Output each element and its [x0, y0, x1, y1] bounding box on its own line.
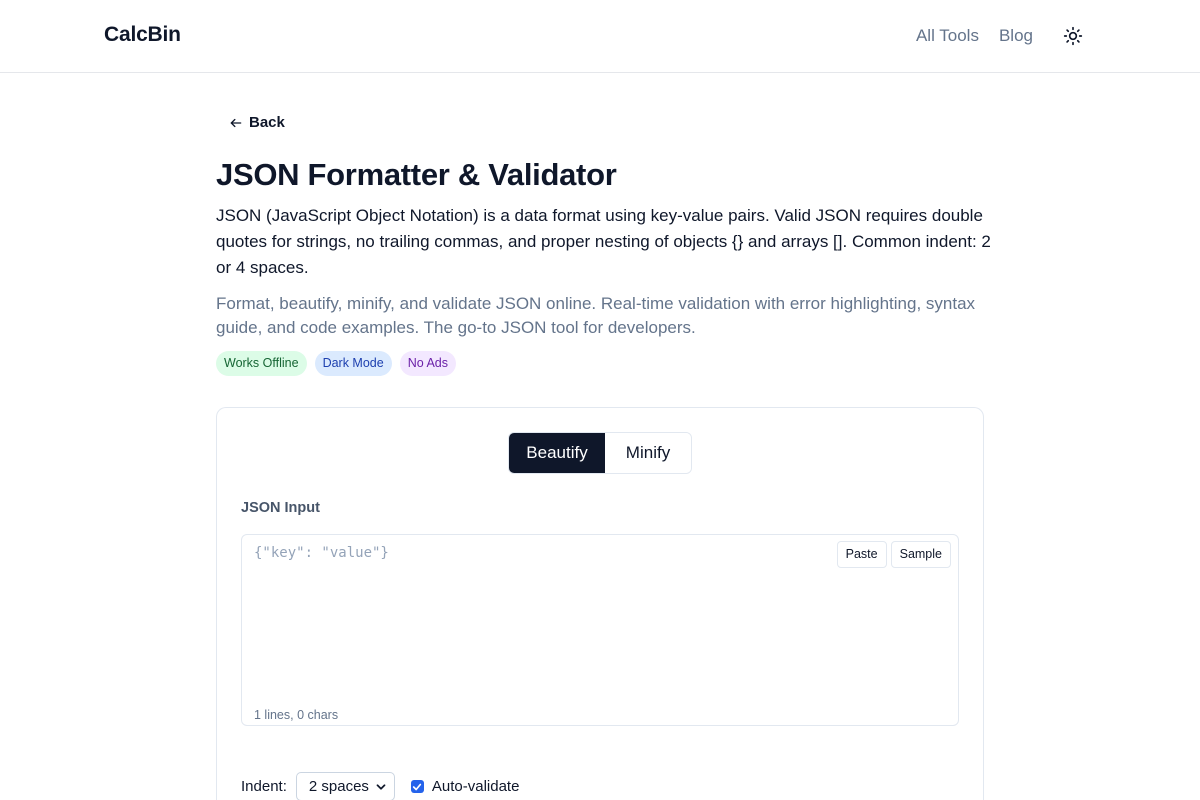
tool-card: Beautify Minify JSON Input Paste Sample … — [216, 407, 984, 800]
chevron-down-icon — [376, 784, 386, 790]
site-header: CalcBin All Tools Blog — [0, 0, 1200, 73]
format-options: Indent: 2 spaces Auto-validate — [241, 772, 519, 800]
indent-label: Indent: — [241, 778, 287, 795]
check-icon — [413, 783, 422, 790]
json-input-label: JSON Input — [241, 500, 320, 516]
json-editor: Paste Sample 1 lines, 0 chars — [241, 534, 959, 726]
tab-minify[interactable]: Minify — [605, 433, 691, 473]
json-input[interactable] — [254, 545, 814, 695]
badge-works-offline: Works Offline — [216, 351, 307, 376]
arrow-left-icon — [230, 118, 242, 127]
page-title: JSON Formatter & Validator — [216, 157, 617, 192]
indent-select[interactable]: 2 spaces — [295, 772, 395, 800]
paste-button[interactable]: Paste — [836, 541, 887, 568]
back-label: Back — [249, 114, 285, 131]
editor-stats: 1 lines, 0 chars — [254, 708, 339, 722]
feature-badges: Works Offline Dark Mode No Ads — [216, 351, 457, 376]
badge-no-ads: No Ads — [399, 351, 457, 376]
tab-beautify[interactable]: Beautify — [509, 433, 605, 473]
nav-blog[interactable]: Blog — [999, 24, 1033, 48]
page-subdescription: Format, beautify, minify, and validate J… — [216, 294, 976, 337]
mode-tabs: Beautify Minify — [508, 432, 692, 474]
sun-icon[interactable] — [1061, 24, 1085, 48]
back-link[interactable]: Back — [229, 114, 285, 131]
brand-logo[interactable]: CalcBin — [104, 23, 181, 47]
nav-all-tools[interactable]: All Tools — [916, 24, 979, 48]
page-description: JSON (JavaScript Object Notation) is a d… — [216, 206, 991, 277]
auto-validate-label[interactable]: Auto-validate — [432, 778, 520, 795]
indent-value: 2 spaces — [308, 778, 369, 795]
sample-button[interactable]: Sample — [890, 541, 951, 568]
editor-actions: Paste Sample — [836, 541, 951, 568]
badge-dark-mode: Dark Mode — [314, 351, 392, 376]
main-nav: All Tools Blog — [916, 24, 1085, 48]
auto-validate-checkbox[interactable] — [410, 780, 424, 793]
